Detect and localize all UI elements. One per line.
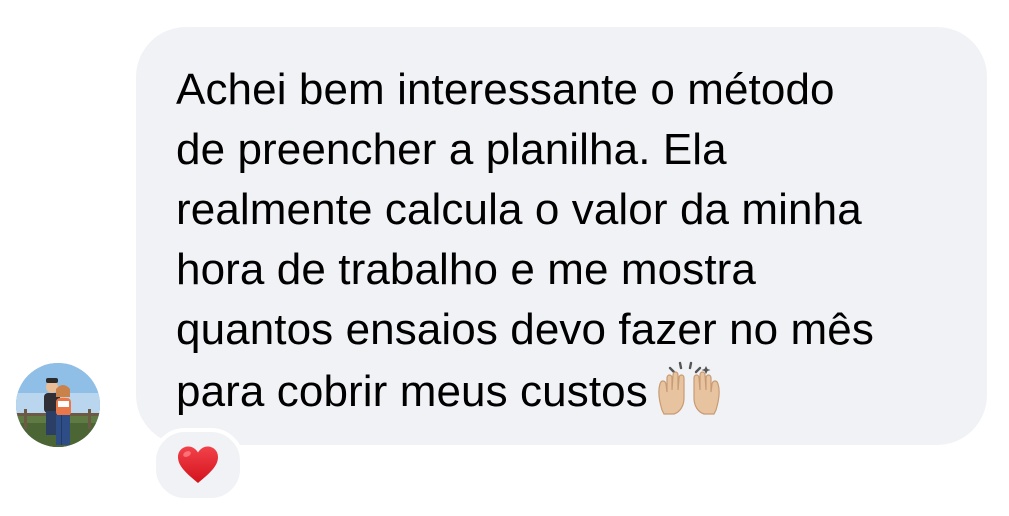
- message-line: Achei bem interessante o método: [176, 65, 835, 114]
- message-text: Achei bem interessante o método de preen…: [176, 60, 966, 422]
- chat-thread: Achei bem interessante o método de preen…: [0, 0, 1009, 516]
- reaction-badge[interactable]: [152, 428, 244, 502]
- sender-avatar[interactable]: [16, 363, 100, 447]
- message-bubble[interactable]: Achei bem interessante o método de preen…: [136, 27, 987, 445]
- message-line: de preencher a planilha. Ela: [176, 125, 727, 174]
- red-heart-icon: [178, 446, 218, 483]
- message-last-line: para cobrir meus custos: [176, 360, 966, 422]
- message-line: hora de trabalho e me mostra: [176, 245, 756, 294]
- profile-photo-icon: [16, 363, 100, 447]
- message-line: realmente calcula o valor da minha: [176, 185, 862, 234]
- message-line: quantos ensaios devo fazer no mês: [176, 305, 874, 354]
- raising-hands-icon: [656, 360, 722, 416]
- message-line: para cobrir meus custos: [176, 367, 648, 416]
